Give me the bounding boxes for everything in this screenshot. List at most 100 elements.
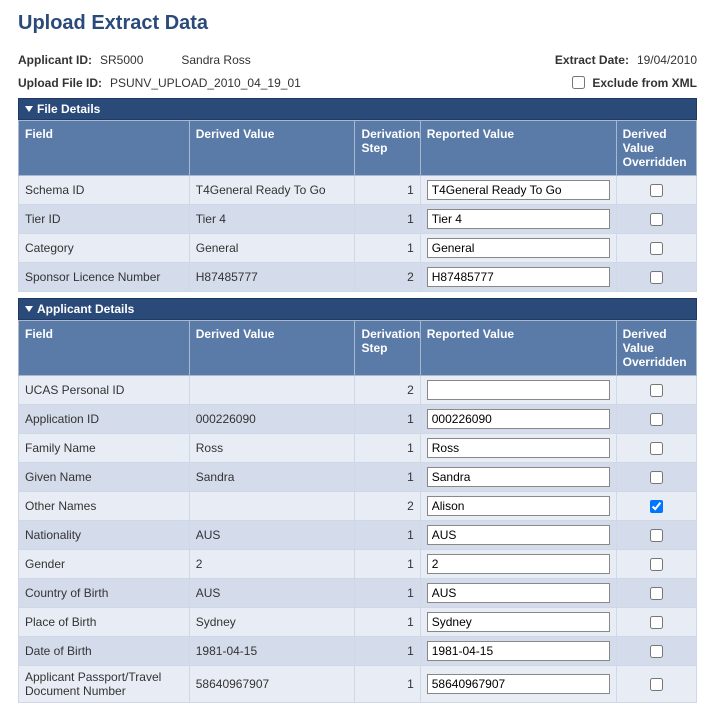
reported-value-input[interactable] — [427, 380, 610, 400]
derived-value-cell: H87485777 — [189, 263, 355, 292]
derived-value-cell: AUS — [189, 579, 355, 608]
derived-value-cell: 2 — [189, 550, 355, 579]
derived-value-cell: General — [189, 234, 355, 263]
overridden-checkbox[interactable] — [650, 678, 663, 691]
overridden-checkbox[interactable] — [650, 242, 663, 255]
applicant-name-value: Sandra Ross — [181, 53, 250, 67]
derivation-step-cell: 1 — [355, 205, 420, 234]
overridden-checkbox[interactable] — [650, 471, 663, 484]
reported-value-input[interactable] — [427, 467, 610, 487]
table-row: Tier IDTier 41 — [19, 205, 697, 234]
table-row: Date of Birth1981-04-151 — [19, 637, 697, 666]
overridden-checkbox[interactable] — [650, 442, 663, 455]
reported-value-input[interactable] — [427, 525, 610, 545]
reported-value-cell — [420, 579, 616, 608]
derivation-step-cell: 1 — [355, 579, 420, 608]
derivation-step-cell: 1 — [355, 463, 420, 492]
section-header[interactable]: File Details — [18, 98, 697, 120]
field-cell: Other Names — [19, 492, 190, 521]
reported-value-input[interactable] — [427, 554, 610, 574]
overridden-checkbox[interactable] — [650, 500, 663, 513]
reported-value-cell — [420, 637, 616, 666]
exclude-from-xml-label: Exclude from XML — [592, 76, 697, 90]
overridden-checkbox[interactable] — [650, 384, 663, 397]
field-cell: Gender — [19, 550, 190, 579]
reported-value-input[interactable] — [427, 180, 610, 200]
table-row: Gender21 — [19, 550, 697, 579]
overridden-cell — [616, 234, 696, 263]
overridden-checkbox[interactable] — [650, 529, 663, 542]
overridden-checkbox[interactable] — [650, 558, 663, 571]
reported-value-input[interactable] — [427, 674, 610, 694]
overridden-checkbox[interactable] — [650, 413, 663, 426]
overridden-cell — [616, 434, 696, 463]
derivation-step-cell: 1 — [355, 521, 420, 550]
overridden-checkbox[interactable] — [650, 213, 663, 226]
derived-value-cell: AUS — [189, 521, 355, 550]
field-cell: Schema ID — [19, 176, 190, 205]
derived-value-cell: 000226090 — [189, 405, 355, 434]
reported-value-input[interactable] — [427, 409, 610, 429]
overridden-cell — [616, 579, 696, 608]
field-cell: Nationality — [19, 521, 190, 550]
reported-value-input[interactable] — [427, 209, 610, 229]
reported-value-input[interactable] — [427, 267, 610, 287]
reported-value-input[interactable] — [427, 438, 610, 458]
derived-value-cell: Tier 4 — [189, 205, 355, 234]
extract-date-label: Extract Date: — [555, 53, 629, 67]
field-cell: Place of Birth — [19, 608, 190, 637]
overridden-cell — [616, 492, 696, 521]
overridden-cell — [616, 205, 696, 234]
table-row: Country of BirthAUS1 — [19, 579, 697, 608]
column-header-derivation-step: Derivation Step — [355, 321, 420, 376]
table-row: Application ID0002260901 — [19, 405, 697, 434]
reported-value-input[interactable] — [427, 612, 610, 632]
overridden-checkbox[interactable] — [650, 587, 663, 600]
column-header-overridden: Derived Value Overridden — [616, 121, 696, 176]
derivation-step-cell: 1 — [355, 608, 420, 637]
reported-value-cell — [420, 463, 616, 492]
reported-value-cell — [420, 521, 616, 550]
reported-value-cell — [420, 434, 616, 463]
derivation-step-cell: 1 — [355, 637, 420, 666]
table-row: Sponsor Licence NumberH874857772 — [19, 263, 697, 292]
overridden-cell — [616, 550, 696, 579]
overridden-cell — [616, 608, 696, 637]
derived-value-cell: Sandra — [189, 463, 355, 492]
column-header-reported-value: Reported Value — [420, 321, 616, 376]
table-row: Family NameRoss1 — [19, 434, 697, 463]
derived-value-cell: Sydney — [189, 608, 355, 637]
reported-value-input[interactable] — [427, 496, 610, 516]
section-title: Applicant Details — [37, 302, 134, 316]
column-header-overridden: Derived Value Overridden — [616, 321, 696, 376]
derived-value-cell: 58640967907 — [189, 666, 355, 703]
table-row: CategoryGeneral1 — [19, 234, 697, 263]
extract-date-value: 19/04/2010 — [637, 53, 697, 67]
field-cell: Date of Birth — [19, 637, 190, 666]
overridden-checkbox[interactable] — [650, 616, 663, 629]
column-header-field: Field — [19, 121, 190, 176]
overridden-checkbox[interactable] — [650, 645, 663, 658]
overridden-cell — [616, 521, 696, 550]
column-header-reported-value: Reported Value — [420, 121, 616, 176]
overridden-cell — [616, 176, 696, 205]
applicant-id-value: SR5000 — [100, 53, 143, 67]
reported-value-input[interactable] — [427, 238, 610, 258]
overridden-checkbox[interactable] — [650, 271, 663, 284]
derivation-step-cell: 1 — [355, 550, 420, 579]
section-header[interactable]: Applicant Details — [18, 298, 697, 320]
reported-value-input[interactable] — [427, 641, 610, 661]
upload-file-id-label: Upload File ID: — [18, 76, 102, 90]
table-row: Place of BirthSydney1 — [19, 608, 697, 637]
overridden-cell — [616, 405, 696, 434]
column-header-derived-value: Derived Value — [189, 321, 355, 376]
reported-value-cell — [420, 608, 616, 637]
exclude-from-xml-checkbox[interactable] — [572, 76, 585, 89]
reported-value-input[interactable] — [427, 583, 610, 603]
overridden-cell — [616, 666, 696, 703]
reported-value-cell — [420, 234, 616, 263]
reported-value-cell — [420, 205, 616, 234]
section-title: File Details — [37, 102, 100, 116]
field-cell: Application ID — [19, 405, 190, 434]
overridden-checkbox[interactable] — [650, 184, 663, 197]
